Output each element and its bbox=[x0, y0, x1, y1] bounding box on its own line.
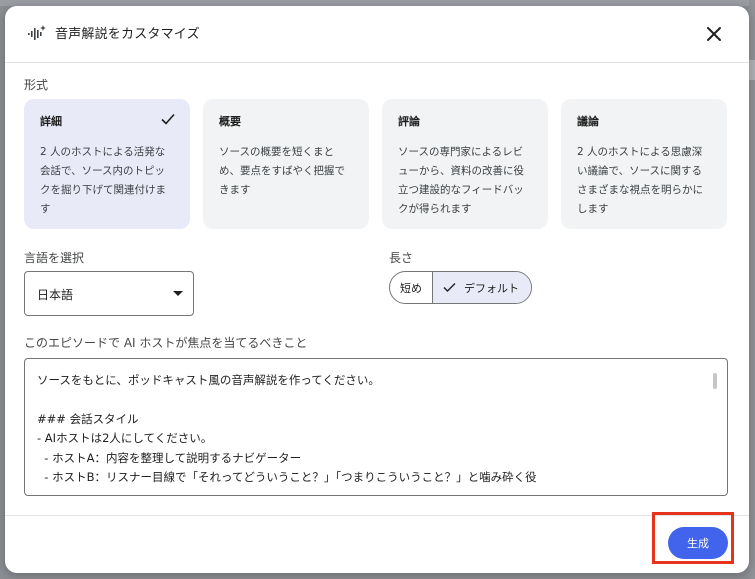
format-card-summary[interactable]: 概要 ソースの概要を短くまと め、要点をすばやく把握で きます bbox=[203, 99, 369, 229]
close-icon[interactable] bbox=[702, 22, 726, 46]
language-selected-value: 日本語 bbox=[37, 288, 74, 302]
focus-label: このエピソードで AI ホストが焦点を当てるべきこと bbox=[24, 336, 308, 350]
length-segmented-control: 短め デフォルト bbox=[389, 271, 532, 304]
dropdown-arrow-icon bbox=[173, 291, 183, 296]
format-card-detail[interactable]: 詳細 2 人のホストによる活発な 会話で、ソース内のトピッ クを掘り下げて関連付… bbox=[24, 99, 190, 229]
length-option-label: 短め bbox=[400, 281, 422, 295]
footer-divider bbox=[5, 515, 749, 516]
format-card-description: ソースの専門家によるレビ ューから、資料の改善に役 立つ建設的なフィードバッ ク… bbox=[398, 143, 532, 219]
desc-line: 立つ建設的なフィードバッ bbox=[398, 184, 524, 196]
format-card-description: 2 人のホストによる活発な 会話で、ソース内のトピッ クを掘り下げて関連付けま … bbox=[40, 143, 174, 219]
highlight-box bbox=[652, 512, 734, 564]
desc-line: ソースの専門家によるレビ bbox=[398, 146, 524, 158]
focus-textarea-content[interactable]: ソースをもとに、ポッドキャスト風の音声解説を作ってください。 ### 会話スタイ… bbox=[37, 371, 697, 487]
desc-line: します bbox=[577, 203, 609, 215]
format-card-title: 概要 bbox=[219, 115, 241, 128]
format-card-title: 評論 bbox=[398, 115, 420, 128]
length-option-label: デフォルト bbox=[464, 281, 519, 295]
length-label: 長さ bbox=[389, 251, 414, 265]
header-divider bbox=[5, 62, 749, 63]
format-card-title: 議論 bbox=[577, 115, 599, 128]
language-select[interactable]: 日本語 bbox=[24, 271, 194, 316]
textarea-scrollbar[interactable] bbox=[713, 373, 717, 389]
desc-line: クが得られます bbox=[398, 203, 472, 215]
desc-line: ソースの概要を短くまと bbox=[219, 146, 334, 158]
desc-line: 会話で、ソース内のトピッ bbox=[40, 165, 166, 177]
focus-textarea[interactable]: ソースをもとに、ポッドキャスト風の音声解説を作ってください。 ### 会話スタイ… bbox=[24, 358, 728, 496]
check-icon bbox=[443, 283, 456, 292]
desc-line: クを掘り下げて関連付けま bbox=[40, 184, 166, 196]
format-card-review[interactable]: 評論 ソースの専門家によるレビ ューから、資料の改善に役 立つ建設的なフィードバ… bbox=[382, 99, 548, 229]
desc-line: ューから、資料の改善に役 bbox=[398, 165, 524, 177]
length-option-default[interactable]: デフォルト bbox=[433, 272, 531, 303]
language-label: 言語を選択 bbox=[24, 251, 85, 265]
background-app-tab bbox=[749, 60, 755, 80]
check-icon bbox=[161, 113, 175, 125]
format-label: 形式 bbox=[24, 78, 49, 92]
desc-line: い議論で、ソースに関する bbox=[577, 165, 703, 177]
desc-line: め、要点をすばやく把握で bbox=[219, 165, 345, 177]
format-card-title: 詳細 bbox=[40, 115, 62, 128]
dialog-title: 音声解説をカスタマイズ bbox=[55, 27, 200, 42]
background-app-edge bbox=[749, 0, 755, 579]
desc-line: す bbox=[40, 203, 51, 215]
customize-audio-dialog: 音声解説をカスタマイズ 形式 詳細 2 人のホストによる活発な 会話で、ソース内… bbox=[5, 6, 749, 573]
desc-line: 2 人のホストによる活発な bbox=[40, 146, 166, 158]
desc-line: きます bbox=[219, 184, 251, 196]
length-option-short[interactable]: 短め bbox=[390, 272, 433, 303]
audio-sparkle-icon bbox=[28, 25, 46, 40]
format-card-description: ソースの概要を短くまと め、要点をすばやく把握で きます bbox=[219, 143, 353, 200]
desc-line: 2 人のホストによる思慮深 bbox=[577, 146, 703, 158]
desc-line: さまざまな視点を明らかに bbox=[577, 184, 703, 196]
format-card-description: 2 人のホストによる思慮深 い議論で、ソースに関する さまざまな視点を明らかに … bbox=[577, 143, 711, 219]
format-card-debate[interactable]: 議論 2 人のホストによる思慮深 い議論で、ソースに関する さまざまな視点を明ら… bbox=[561, 99, 727, 229]
dialog-header: 音声解説をカスタマイズ bbox=[5, 6, 749, 62]
